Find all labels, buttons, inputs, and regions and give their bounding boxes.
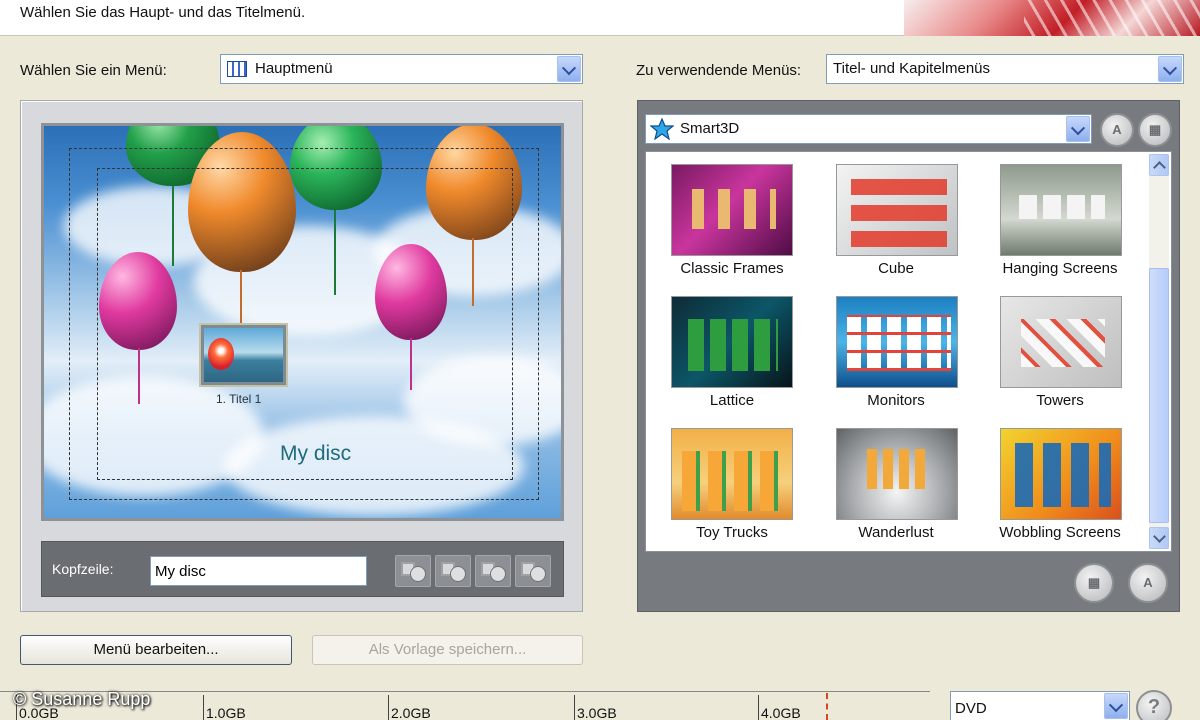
title-thumbnail-label: 1. Titel 1 (216, 392, 262, 406)
capacity-tick-label: 2.0GB (391, 705, 431, 720)
save-template-button[interactable]: Als Vorlage speichern... (312, 635, 583, 665)
menu-home-button[interactable] (395, 555, 431, 587)
menu-preview: 1. Titel 1 My disc (41, 123, 564, 521)
disc-title-text[interactable]: My disc (280, 442, 351, 466)
scroll-up-button[interactable] (1149, 154, 1169, 176)
template-thumbnail[interactable] (836, 164, 958, 256)
edit-menu-button[interactable]: Menü bearbeiten... (20, 635, 292, 665)
capacity-tick-label: 4.0GB (761, 705, 801, 720)
template-thumbnail[interactable] (671, 428, 793, 520)
wobbling-graphic (1015, 443, 1111, 507)
thumbnail-image (204, 328, 283, 382)
capacity-tick-label: 1.0GB (206, 705, 246, 720)
capacity-tick (574, 695, 575, 720)
wanderlust-graphic (867, 449, 931, 489)
template-thumbnail[interactable] (1000, 428, 1122, 520)
template-label: Toy Trucks (696, 524, 768, 541)
capacity-tick (203, 695, 204, 720)
template-label: Classic Frames (680, 260, 784, 277)
screens-graphic (1019, 195, 1105, 219)
chevron-down-icon[interactable] (1066, 116, 1090, 142)
chevron-down-icon[interactable] (1158, 56, 1182, 82)
header-banner (904, 0, 1200, 36)
caption-label: Kopfzeile: (52, 561, 114, 577)
page-title: Wählen Sie das Haupt- und das Titelmenü. (20, 4, 306, 21)
capacity-tick (388, 695, 389, 720)
menu-grid-icon (227, 61, 247, 77)
template-thumbnail[interactable] (836, 296, 958, 388)
template-panel: Smart3D A ▦ Classic Frames Cube Hanging … (637, 100, 1180, 612)
template-label: Hanging Screens (1002, 260, 1118, 277)
scroll-down-button[interactable] (1149, 527, 1169, 549)
menu-next-button[interactable] (475, 555, 511, 587)
font-button[interactable]: A (1100, 113, 1134, 147)
caption-input[interactable] (150, 556, 367, 586)
frames-graphic (692, 189, 776, 229)
template-scrollbar[interactable] (1149, 154, 1169, 549)
menus-used-value: Titel- und Kapitelmenüs (833, 60, 991, 77)
capacity-tick-label: 3.0GB (577, 705, 617, 720)
template-label: Towers (1036, 392, 1084, 409)
template-label: Lattice (709, 392, 755, 409)
header-bar: Wählen Sie das Haupt- und das Titelmenü. (0, 0, 1200, 36)
template-category-dropdown[interactable]: Smart3D (645, 114, 1092, 144)
menus-used-dropdown[interactable]: Titel- und Kapitelmenüs (826, 54, 1184, 84)
template-category-value: Smart3D (680, 120, 740, 137)
template-thumbnail[interactable] (671, 164, 793, 256)
template-label: Cube (878, 260, 914, 277)
template-thumbnail[interactable] (1000, 164, 1122, 256)
lattice-graphic (688, 319, 778, 371)
template-label: Wanderlust (858, 524, 934, 541)
title-safe-outline (97, 168, 513, 480)
title-thumbnail[interactable] (199, 323, 288, 387)
help-icon[interactable]: ? (1136, 690, 1172, 720)
caption-bar: Kopfzeile: (41, 541, 564, 597)
template-label: Wobbling Screens (999, 524, 1121, 541)
scroll-thumb[interactable] (1149, 268, 1169, 523)
chevron-down-icon[interactable] (557, 56, 581, 82)
template-list[interactable]: Classic Frames Cube Hanging Screens Latt… (645, 151, 1172, 552)
star-icon (650, 118, 674, 140)
towers-graphic (1021, 319, 1105, 367)
chevron-down-icon[interactable] (1104, 693, 1128, 719)
menu-preview-panel: 1. Titel 1 My disc Kopfzeile: (20, 100, 583, 612)
template-thumbnail[interactable] (671, 296, 793, 388)
capacity-tick (758, 695, 759, 720)
apply-layout-button[interactable]: ▦ (1074, 563, 1114, 603)
monitors-graphic (847, 315, 951, 371)
disc-type-dropdown[interactable]: DVD (950, 691, 1130, 720)
menu-last-button[interactable] (515, 555, 551, 587)
menu-select-dropdown[interactable]: Hauptmenü (220, 54, 583, 84)
apply-font-button[interactable]: A (1128, 563, 1168, 603)
menu-select-value: Hauptmenü (255, 60, 333, 77)
template-label: Monitors (867, 392, 925, 409)
copyright-watermark: © Susanne Rupp (13, 689, 151, 709)
menus-used-label: Zu verwendende Menüs: (636, 62, 802, 79)
menu-select-label: Wählen Sie ein Menü: (20, 62, 167, 79)
cube-graphic (851, 175, 947, 247)
capacity-limit-marker (826, 693, 828, 720)
disc-type-value: DVD (955, 700, 987, 717)
template-thumbnail[interactable] (836, 428, 958, 520)
layout-button[interactable]: ▦ (1138, 113, 1172, 147)
trucks-graphic (682, 451, 786, 511)
menu-previous-button[interactable] (435, 555, 471, 587)
template-thumbnail[interactable] (1000, 296, 1122, 388)
